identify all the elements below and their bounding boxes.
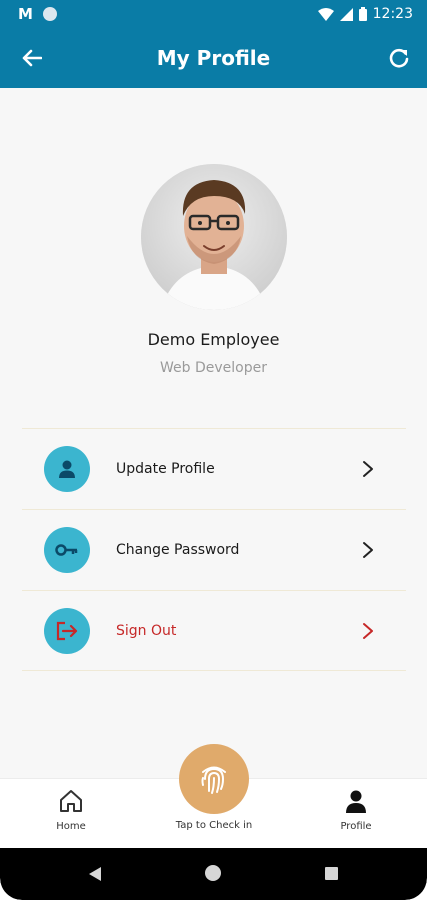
menu-item-sign-out[interactable]: Sign Out bbox=[22, 590, 406, 671]
chevron-right-icon bbox=[356, 538, 380, 562]
signal-icon bbox=[339, 7, 353, 21]
check-in-label: Tap to Check in bbox=[175, 820, 253, 831]
arrow-left-icon bbox=[22, 49, 42, 67]
nav-profile-label: Profile bbox=[340, 821, 372, 832]
nav-home-label: Home bbox=[56, 821, 86, 832]
fingerprint-icon bbox=[201, 766, 226, 794]
menu-label: Change Password bbox=[116, 542, 240, 558]
battery-icon bbox=[358, 7, 367, 21]
check-in-button[interactable] bbox=[179, 744, 249, 814]
avatar-photo bbox=[141, 164, 287, 310]
status-time: 12:23 bbox=[372, 6, 413, 22]
phone-screen: M 12:23 My Profile Demo Employee Web Dev… bbox=[0, 0, 427, 900]
back-button[interactable] bbox=[18, 44, 46, 72]
system-nav-bar bbox=[0, 848, 427, 900]
refresh-button[interactable] bbox=[385, 44, 413, 72]
menu-icon-circle bbox=[44, 607, 90, 654]
chevron-right-icon bbox=[356, 619, 380, 643]
profile-name: Demo Employee bbox=[147, 330, 280, 349]
profile-role: Web Developer bbox=[160, 360, 267, 376]
profile-menu: Update Profile Change Password Sign Out bbox=[22, 428, 406, 671]
menu-icon-circle bbox=[44, 446, 90, 492]
page-title: My Profile bbox=[156, 46, 271, 70]
app-bar: My Profile bbox=[0, 28, 427, 88]
gmail-icon: M bbox=[18, 5, 33, 23]
chevron-right-icon bbox=[356, 457, 380, 481]
refresh-icon bbox=[389, 48, 409, 68]
nav-profile[interactable]: Profile bbox=[327, 789, 385, 832]
system-back-icon[interactable] bbox=[88, 866, 102, 882]
status-left: M bbox=[18, 5, 57, 23]
system-home-icon[interactable] bbox=[205, 865, 221, 881]
nav-home[interactable]: Home bbox=[42, 789, 100, 832]
menu-item-update-profile[interactable]: Update Profile bbox=[22, 428, 406, 509]
system-recents-icon[interactable] bbox=[325, 867, 338, 880]
home-icon bbox=[60, 790, 82, 812]
person-icon bbox=[346, 790, 366, 813]
key-icon bbox=[55, 544, 78, 556]
notification-dot-icon bbox=[42, 7, 57, 21]
status-bar: M 12:23 bbox=[0, 0, 427, 28]
avatar bbox=[141, 164, 287, 310]
menu-label: Sign Out bbox=[116, 622, 177, 639]
menu-label: Update Profile bbox=[116, 461, 215, 477]
menu-item-change-password[interactable]: Change Password bbox=[22, 509, 406, 590]
wifi-icon bbox=[317, 7, 334, 21]
status-right: 12:23 bbox=[317, 6, 413, 22]
person-icon bbox=[59, 460, 75, 478]
logout-icon bbox=[56, 621, 78, 640]
menu-icon-circle bbox=[44, 527, 90, 573]
